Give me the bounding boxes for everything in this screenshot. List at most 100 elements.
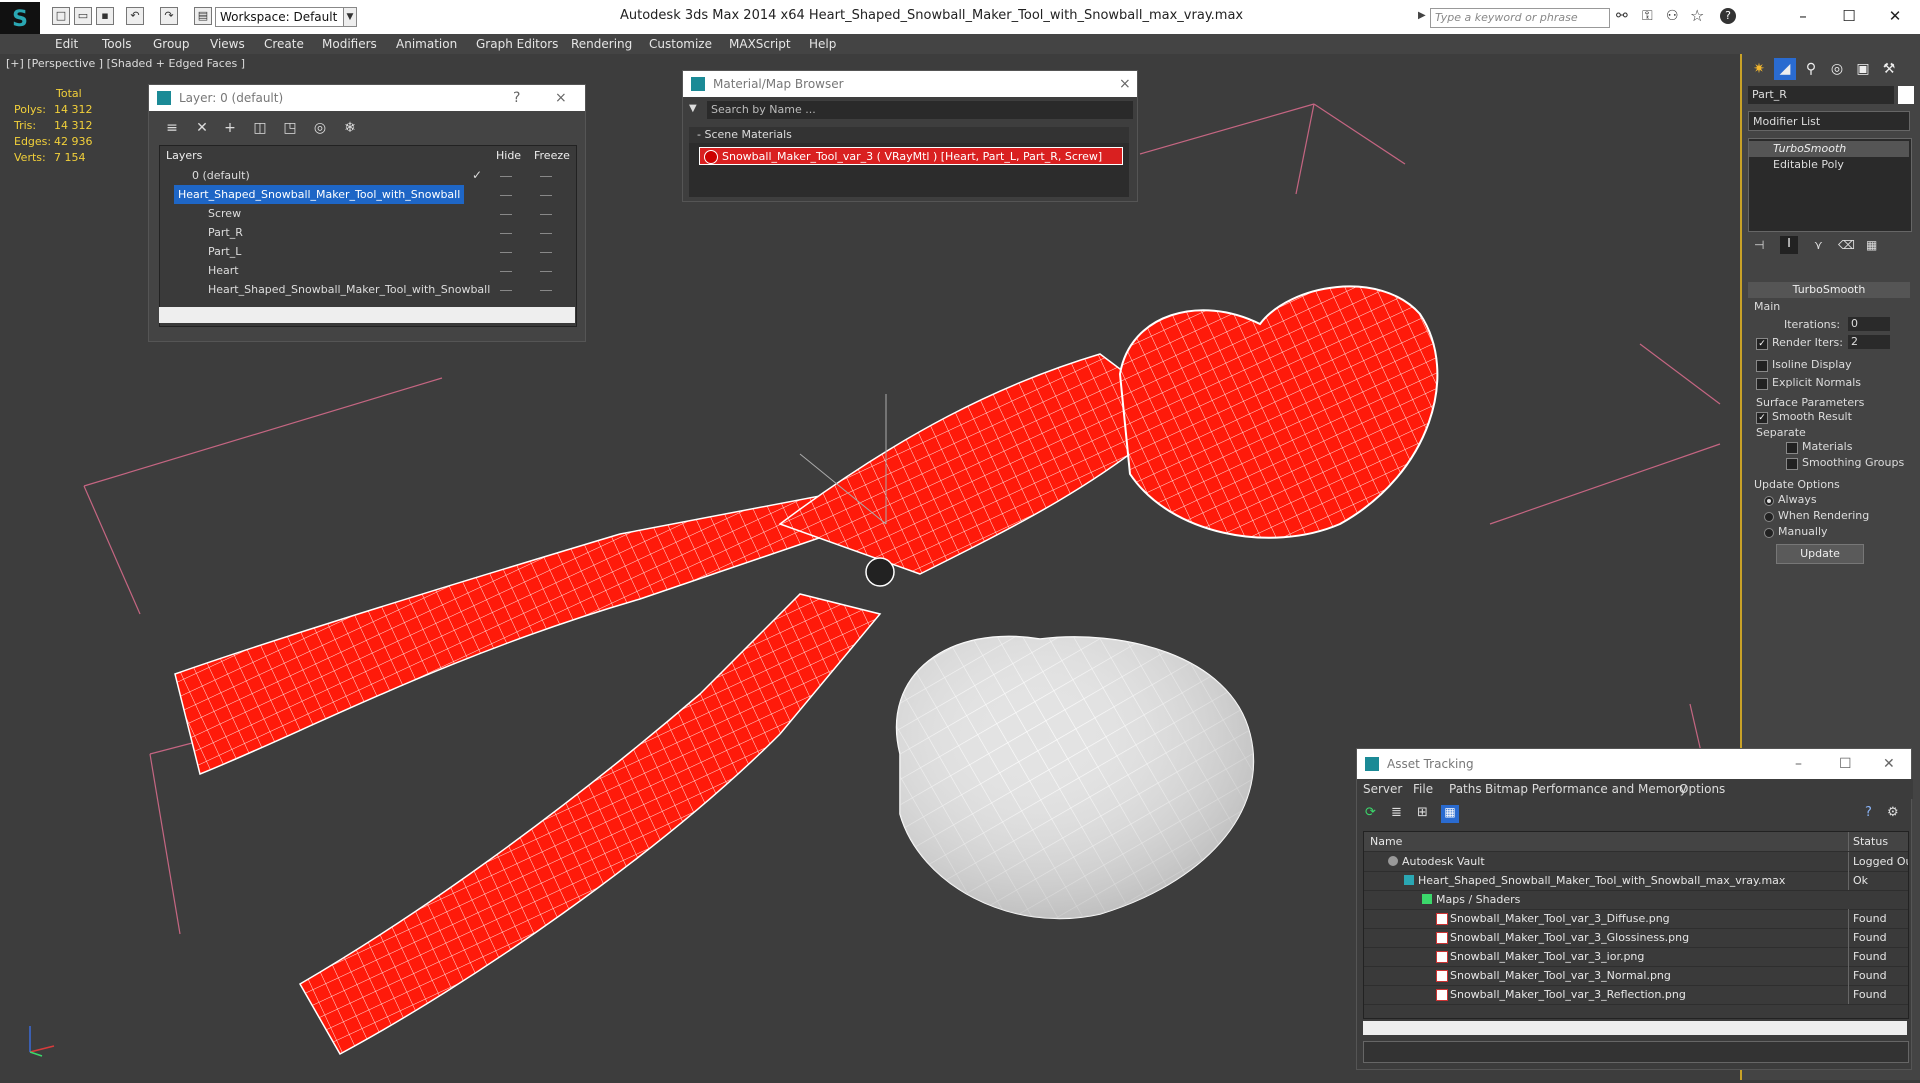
render-iters-checkbox[interactable]: ✓: [1756, 338, 1768, 350]
table-view-icon[interactable]: ▦: [1441, 805, 1459, 823]
new-layer-icon[interactable]: ≡: [163, 119, 181, 137]
menu-customize[interactable]: Customize: [649, 34, 712, 54]
chevron-down-icon[interactable]: ▼: [343, 7, 357, 27]
asset-menu-options[interactable]: Options: [1679, 779, 1725, 799]
asset-close-icon[interactable]: ✕: [1883, 749, 1895, 779]
community-icon[interactable]: ⚇: [1666, 8, 1679, 24]
iterations-spinner[interactable]: 0: [1848, 317, 1890, 331]
smooth-result-checkbox[interactable]: ✓: [1756, 412, 1768, 424]
menu-edit[interactable]: Edit: [55, 34, 78, 54]
refresh-icon[interactable]: ⟳: [1365, 805, 1376, 820]
layer-row[interactable]: Heart: [160, 261, 576, 280]
layer-panel-titlebar[interactable]: Layer: 0 (default) ? ×: [149, 85, 585, 111]
save-file-icon[interactable]: ▪: [96, 7, 114, 25]
layer-close-icon[interactable]: ×: [555, 85, 567, 111]
hide-all-icon[interactable]: ◎: [311, 119, 329, 137]
menu-animation[interactable]: Animation: [396, 34, 457, 54]
asset-tracking-titlebar[interactable]: Asset Tracking – ☐ ✕: [1357, 749, 1911, 779]
undo-icon[interactable]: ↶: [126, 7, 144, 25]
menu-views[interactable]: Views: [210, 34, 245, 54]
asset-row[interactable]: Snowball_Maker_Tool_var_3_Diffuse.png Fo…: [1364, 909, 1908, 929]
asset-row[interactable]: Snowball_Maker_Tool_var_3_Reflection.png…: [1364, 985, 1908, 1005]
smoothing-groups-checkbox[interactable]: [1786, 458, 1798, 470]
menu-rendering[interactable]: Rendering: [571, 34, 632, 54]
pin-stack-icon[interactable]: ⊣: [1754, 238, 1764, 252]
close-window-icon[interactable]: ✕: [1872, 2, 1918, 30]
materials-checkbox[interactable]: [1786, 442, 1798, 454]
help-icon[interactable]: ?: [1865, 805, 1872, 820]
project-folder-icon[interactable]: ▤: [194, 7, 212, 25]
viewport-label[interactable]: [+] [Perspective ] [Shaded + Edged Faces…: [6, 57, 245, 70]
asset-menu-bitmap[interactable]: Bitmap Performance and Memory: [1485, 779, 1687, 799]
stack-item-editable-poly[interactable]: Editable Poly: [1749, 157, 1909, 173]
create-tab-icon[interactable]: ✷: [1748, 58, 1770, 80]
select-objects-icon[interactable]: ◫: [251, 119, 269, 137]
material-item[interactable]: Snowball_Maker_Tool_var_3 ( VRayMtl ) [H…: [699, 147, 1123, 165]
menu-group[interactable]: Group: [153, 34, 190, 54]
asset-horizontal-scrollbar[interactable]: [1363, 1021, 1907, 1035]
update-button[interactable]: Update: [1776, 544, 1864, 564]
material-search-input[interactable]: Search by Name ...: [707, 101, 1133, 119]
add-to-layer-icon[interactable]: +: [221, 119, 239, 137]
remove-modifier-icon[interactable]: ⌫: [1838, 238, 1855, 252]
material-browser-titlebar[interactable]: Material/Map Browser ×: [683, 71, 1137, 97]
utilities-tab-icon[interactable]: ⚒: [1878, 58, 1900, 80]
column-hide[interactable]: Hide: [496, 146, 521, 166]
configure-sets-icon[interactable]: ▦: [1866, 238, 1877, 252]
app-logo-icon[interactable]: S: [0, 2, 40, 38]
turbosmooth-rollout[interactable]: TurboSmooth: [1748, 282, 1910, 298]
highlight-layer-icon[interactable]: ◳: [281, 119, 299, 137]
asset-row[interactable]: Maps / Shaders: [1364, 890, 1908, 910]
show-end-result-icon[interactable]: Ⅰ: [1780, 236, 1798, 254]
hierarchy-tab-icon[interactable]: ⚲: [1800, 58, 1822, 80]
material-browser-close-icon[interactable]: ×: [1119, 71, 1131, 97]
manually-radio[interactable]: [1764, 528, 1774, 538]
key-icon[interactable]: ⚿: [1642, 8, 1653, 24]
scene-materials-header[interactable]: - Scene Materials: [689, 127, 1129, 143]
redo-icon[interactable]: ↷: [160, 7, 178, 25]
menu-maxscript[interactable]: MAXScript: [729, 34, 791, 54]
search-expand-icon[interactable]: ▶: [1418, 10, 1428, 24]
layer-row[interactable]: 0 (default) ✓: [160, 166, 576, 185]
menu-graph-editors[interactable]: Graph Editors: [476, 34, 558, 54]
column-status[interactable]: Status: [1848, 832, 1908, 851]
asset-row[interactable]: Snowball_Maker_Tool_var_3_Normal.png Fou…: [1364, 966, 1908, 986]
list-view-icon[interactable]: ≣: [1391, 805, 1402, 820]
asset-row[interactable]: Heart_Shaped_Snowball_Maker_Tool_with_Sn…: [1364, 871, 1908, 891]
isoline-checkbox[interactable]: [1756, 360, 1768, 372]
modifier-list-dropdown[interactable]: Modifier List: [1748, 111, 1910, 131]
asset-menu-file[interactable]: File: [1413, 779, 1433, 799]
layer-row[interactable]: Heart_Shaped_Snowball_Maker_Tool_with_Sn…: [160, 280, 576, 299]
modify-tab-icon[interactable]: ◢: [1774, 58, 1796, 80]
asset-minimize-icon[interactable]: –: [1795, 749, 1802, 779]
tree-view-icon[interactable]: ⊞: [1417, 805, 1428, 820]
column-layers[interactable]: Layers: [166, 146, 202, 166]
asset-menu-server[interactable]: Server: [1363, 779, 1402, 799]
maximize-icon[interactable]: ☐: [1826, 2, 1872, 30]
star-icon[interactable]: ☆: [1690, 6, 1704, 25]
layer-horizontal-scrollbar[interactable]: [159, 307, 575, 323]
explicit-normals-checkbox[interactable]: [1756, 378, 1768, 390]
motion-tab-icon[interactable]: ◎: [1826, 58, 1848, 80]
menu-tools[interactable]: Tools: [102, 34, 132, 54]
layer-row[interactable]: Part_R: [160, 223, 576, 242]
layer-row[interactable]: Part_L: [160, 242, 576, 261]
asset-row[interactable]: Snowball_Maker_Tool_var_3_ior.png Found: [1364, 947, 1908, 967]
asset-row[interactable]: Snowball_Maker_Tool_var_3_Glossiness.png…: [1364, 928, 1908, 948]
menu-modifiers[interactable]: Modifiers: [322, 34, 377, 54]
settings-icon[interactable]: ⚙: [1887, 805, 1899, 820]
column-name[interactable]: Name: [1370, 832, 1402, 851]
object-color-swatch[interactable]: [1898, 86, 1914, 104]
asset-row[interactable]: Autodesk Vault Logged Out: [1364, 852, 1908, 872]
help-icon[interactable]: ?: [1720, 8, 1736, 24]
make-unique-icon[interactable]: ⋎: [1814, 238, 1823, 252]
render-iters-spinner[interactable]: 2: [1848, 335, 1890, 349]
when-rendering-radio[interactable]: [1764, 512, 1774, 522]
always-radio[interactable]: [1764, 496, 1774, 506]
asset-maximize-icon[interactable]: ☐: [1839, 749, 1852, 779]
menu-create[interactable]: Create: [264, 34, 304, 54]
layer-help-icon[interactable]: ?: [513, 85, 520, 111]
delete-layer-icon[interactable]: ✕: [193, 119, 211, 137]
column-freeze[interactable]: Freeze: [534, 146, 570, 166]
display-tab-icon[interactable]: ▣: [1852, 58, 1874, 80]
